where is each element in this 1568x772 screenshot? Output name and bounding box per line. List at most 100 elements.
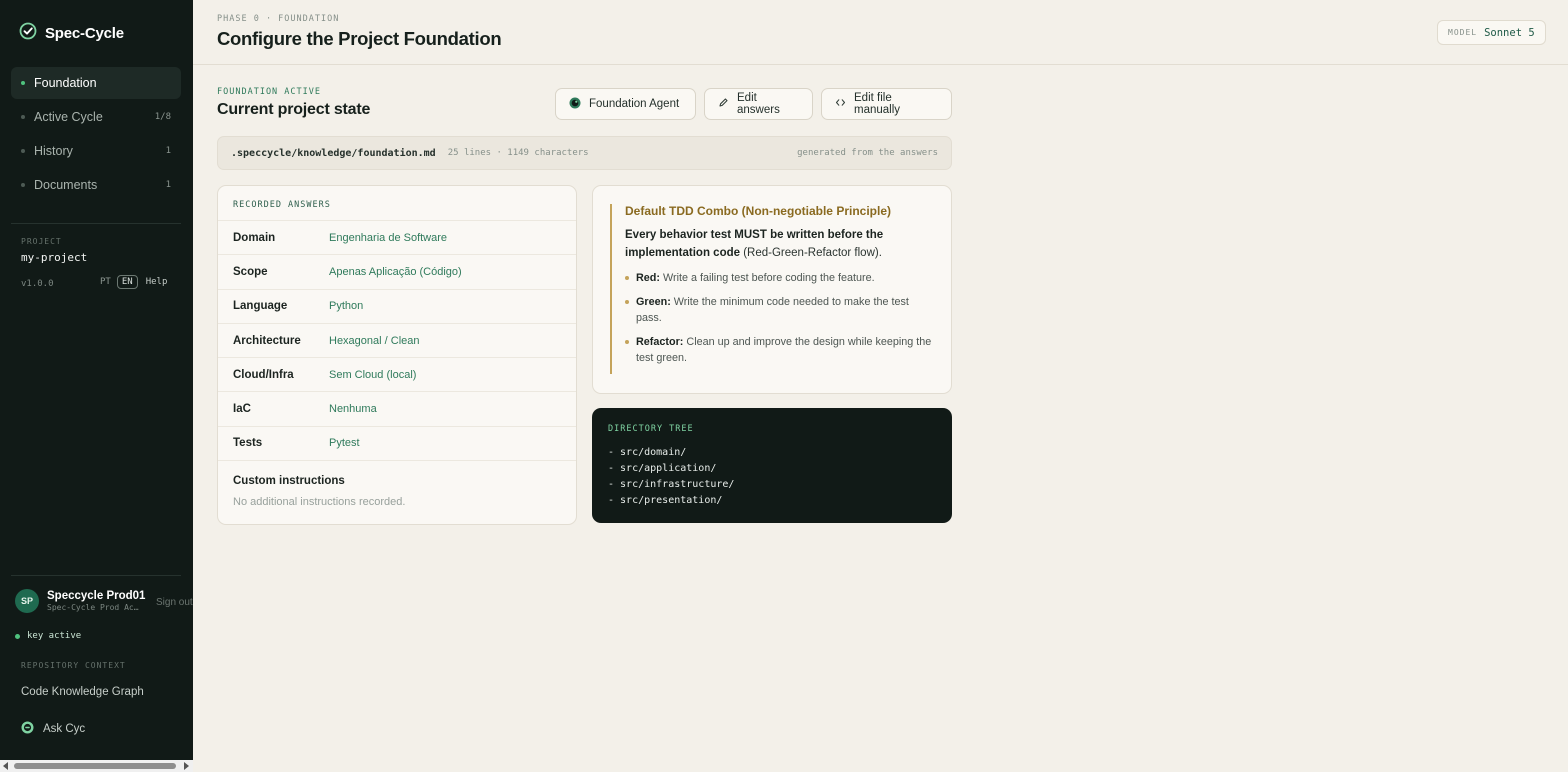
recorded-answers-card: RECORDED ANSWERS Domain Engenharia de So… xyxy=(217,185,577,525)
tdd-step-term: Red: xyxy=(636,272,660,284)
model-value: Sonnet 5 xyxy=(1484,26,1535,39)
tdd-title: Default TDD Combo (Non-negotiable Princi… xyxy=(625,204,891,218)
answer-value: Python xyxy=(329,300,364,313)
answer-value: Engenharia de Software xyxy=(329,231,448,244)
assistant-icon xyxy=(21,721,34,737)
file-stats: 25 lines · 1149 characters xyxy=(447,148,589,158)
custom-instructions-text: No additional instructions recorded. xyxy=(233,496,406,508)
tdd-intro: Every behavior test MUST be written befo… xyxy=(625,226,935,262)
answer-key: Language xyxy=(233,300,288,313)
answer-value: Apenas Aplicação (Código) xyxy=(329,265,462,278)
table-row: Scope Apenas Aplicação (Código) xyxy=(218,254,576,288)
table-row: Cloud/Infra Sem Cloud (local) xyxy=(218,357,576,391)
list-item: Red: Write a failing test before coding … xyxy=(625,270,935,286)
model-label: MODEL xyxy=(1448,28,1478,37)
table-row: Domain Engenharia de Software xyxy=(218,220,576,254)
tdd-steps: Red: Write a failing test before coding … xyxy=(625,270,935,366)
sidebar-item-label: Active Cycle xyxy=(34,110,103,124)
answer-key: IaC xyxy=(233,403,251,416)
tdd-principle-card: Default TDD Combo (Non-negotiable Princi… xyxy=(592,185,952,394)
answer-value: Pytest xyxy=(329,437,360,450)
sidebar-item-count: 1 xyxy=(165,180,171,190)
answer-key: Cloud/Infra xyxy=(233,368,294,381)
brand[interactable]: Spec-Cycle xyxy=(19,22,124,45)
horizontal-scrollbar[interactable] xyxy=(0,760,193,772)
tdd-step-text: Write the minimum code needed to make th… xyxy=(636,296,909,324)
section-title: Current project state xyxy=(217,101,371,118)
custom-instructions-title: Custom instructions xyxy=(233,475,345,487)
pencil-icon xyxy=(718,97,729,111)
sidebar-item-label: History xyxy=(34,144,73,158)
sidebar-item-history[interactable]: History 1 xyxy=(11,135,181,167)
tree-line: - src/application/ xyxy=(608,463,717,474)
tdd-intro-rest: (Red-Green-Refactor flow). xyxy=(740,247,882,259)
user-subtitle: Spec-Cycle Prod Ac… xyxy=(47,603,139,612)
answer-key: Architecture xyxy=(233,334,301,347)
file-path: .speccycle/knowledge/foundation.md xyxy=(231,147,436,159)
dot-icon xyxy=(21,183,25,187)
answer-key: Tests xyxy=(233,437,263,450)
edit-file-label: Edit file manually xyxy=(854,92,901,116)
sidebar-item-active-cycle[interactable]: Active Cycle 1/8 xyxy=(11,101,181,133)
dot-icon xyxy=(21,149,25,153)
user-name: Speccycle Prod01 xyxy=(47,590,146,602)
model-selector[interactable]: MODEL Sonnet 5 xyxy=(1437,20,1546,45)
lang-en-button[interactable]: EN xyxy=(116,275,138,289)
dot-icon xyxy=(21,115,25,119)
help-link[interactable]: Help xyxy=(146,277,168,287)
answers-list: Domain Engenharia de Software Scope Apen… xyxy=(218,220,576,460)
table-row: Language Python xyxy=(218,288,576,323)
phase-label: PHASE 0 · FOUNDATION xyxy=(217,14,340,24)
check-badge-icon xyxy=(19,22,37,45)
answer-key: Scope xyxy=(233,265,268,278)
edit-file-button[interactable]: Edit file manually xyxy=(821,88,952,120)
custom-instructions: Custom instructions No additional instru… xyxy=(218,460,576,508)
file-info-bar: .speccycle/knowledge/foundation.md 25 li… xyxy=(217,136,952,170)
code-icon xyxy=(835,97,846,111)
foundation-agent-button[interactable]: Foundation Agent xyxy=(555,88,696,120)
list-item: Refactor: Clean up and improve the desig… xyxy=(625,334,935,366)
tdd-step-text: Write a failing test before coding the f… xyxy=(660,272,875,284)
edit-answers-button[interactable]: Edit answers xyxy=(704,88,813,120)
sidebar: Spec-Cycle Foundation Active Cycle 1/8 H… xyxy=(0,0,193,772)
recorded-answers-label: RECORDED ANSWERS xyxy=(233,200,331,210)
table-row: Architecture Hexagonal / Clean xyxy=(218,322,576,357)
sidebar-item-label: Foundation xyxy=(34,76,97,90)
table-row: Tests Pytest xyxy=(218,425,576,460)
scroll-right-icon[interactable] xyxy=(184,762,189,770)
foundation-agent-label: Foundation Agent xyxy=(589,98,680,110)
version-label: v1.0.0 xyxy=(21,279,54,289)
agent-icon xyxy=(569,97,581,112)
code-knowledge-graph-link[interactable]: Code Knowledge Graph xyxy=(21,686,144,698)
tree-line: - src/presentation/ xyxy=(608,495,723,506)
tdd-step-term: Refactor: xyxy=(636,336,684,348)
sidebar-nav: Foundation Active Cycle 1/8 History 1 Do… xyxy=(11,67,181,203)
avatar[interactable]: SP xyxy=(15,589,39,613)
directory-tree-label: DIRECTORY TREE xyxy=(608,424,694,434)
scroll-left-icon[interactable] xyxy=(3,762,8,770)
sidebar-item-documents[interactable]: Documents 1 xyxy=(11,169,181,201)
sidebar-item-count: 1 xyxy=(165,146,171,156)
answer-value: Hexagonal / Clean xyxy=(329,334,420,347)
answer-value: Nenhuma xyxy=(329,403,377,416)
user-info: Speccycle Prod01 Spec-Cycle Prod Ac… xyxy=(47,590,145,612)
repository-context-label: REPOSITORY CONTEXT xyxy=(21,661,126,670)
ask-cyc-label: Ask Cyc xyxy=(43,723,86,735)
ask-cyc-button[interactable]: Ask Cyc xyxy=(21,721,85,737)
sidebar-item-foundation[interactable]: Foundation xyxy=(11,67,181,99)
answer-value: Sem Cloud (local) xyxy=(329,368,417,381)
lang-pt-button[interactable]: PT xyxy=(100,277,111,287)
table-row: IaC Nenhuma xyxy=(218,391,576,425)
scrollbar-thumb[interactable] xyxy=(14,763,176,769)
main-content: PHASE 0 · FOUNDATION Configure the Proje… xyxy=(193,0,1568,772)
directory-tree-card: DIRECTORY TREE - src/domain/ - src/appli… xyxy=(592,408,952,523)
sidebar-divider xyxy=(11,575,181,576)
sidebar-item-count: 1/8 xyxy=(154,112,171,122)
active-dot-icon xyxy=(21,81,25,85)
sidebar-divider xyxy=(11,223,181,224)
sign-out-link[interactable]: Sign out xyxy=(156,597,193,608)
list-item: Green: Write the minimum code needed to … xyxy=(625,294,935,326)
brand-name: Spec-Cycle xyxy=(45,25,124,42)
page-title: Configure the Project Foundation xyxy=(217,28,502,49)
key-status: key active xyxy=(15,631,81,641)
